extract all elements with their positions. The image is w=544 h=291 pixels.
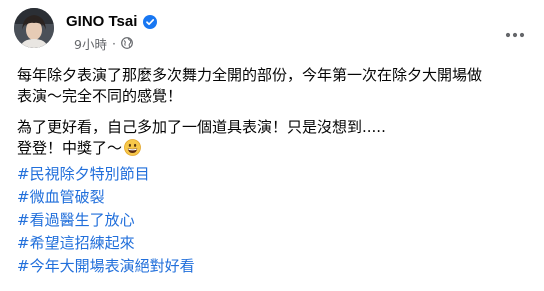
hashtag-link[interactable]: #看過醫生了放心: [17, 209, 537, 232]
author-name[interactable]: GINO Tsai: [66, 13, 137, 30]
verified-badge-icon: [143, 14, 158, 29]
author-line: GINO Tsai: [66, 10, 158, 32]
hashtag-link[interactable]: #微血管破裂: [17, 186, 537, 209]
post-text-line: 每年除夕表演了那麼多次舞力全開的部份，今年第一次在除夕大開場做: [17, 66, 483, 84]
grinning-face-emoji: [124, 139, 141, 156]
avatar[interactable]: [14, 8, 54, 48]
post-paragraph: 每年除夕表演了那麼多次舞力全開的部份，今年第一次在除夕大開場做 表演～完全不同的…: [17, 65, 537, 107]
post-text-fragment: 登登！中獎了～: [17, 139, 123, 157]
post-body: 每年除夕表演了那麼多次舞力全開的部份，今年第一次在除夕大開場做 表演～完全不同的…: [17, 65, 537, 278]
meta-separator: ·: [111, 35, 116, 51]
hashtag-link[interactable]: #今年大開場表演絕對好看: [17, 255, 537, 278]
post-meta: 9小時 ·: [74, 34, 133, 53]
hashtag-link[interactable]: #希望這招練起來: [17, 232, 537, 255]
post-text-line: 登登！中獎了～: [17, 138, 537, 159]
post-text-line: 表演～完全不同的感覺！: [17, 87, 183, 105]
hashtag-list: #民視除夕特別節目 #微血管破裂 #看過醫生了放心 #希望這招練起來 #今年大開…: [17, 163, 537, 278]
more-options-icon: [505, 23, 525, 42]
post-timestamp[interactable]: 9小時: [74, 34, 107, 53]
post-paragraph: 為了更好看，自己多加了一個道具表演！只是沒想到..... 登登！中獎了～: [17, 117, 537, 159]
post-text-line: 為了更好看，自己多加了一個道具表演！只是沒想到.....: [17, 118, 386, 136]
hashtag-link[interactable]: #民視除夕特別節目: [17, 163, 537, 186]
more-options-button[interactable]: [500, 20, 530, 44]
globe-icon[interactable]: [121, 37, 133, 49]
